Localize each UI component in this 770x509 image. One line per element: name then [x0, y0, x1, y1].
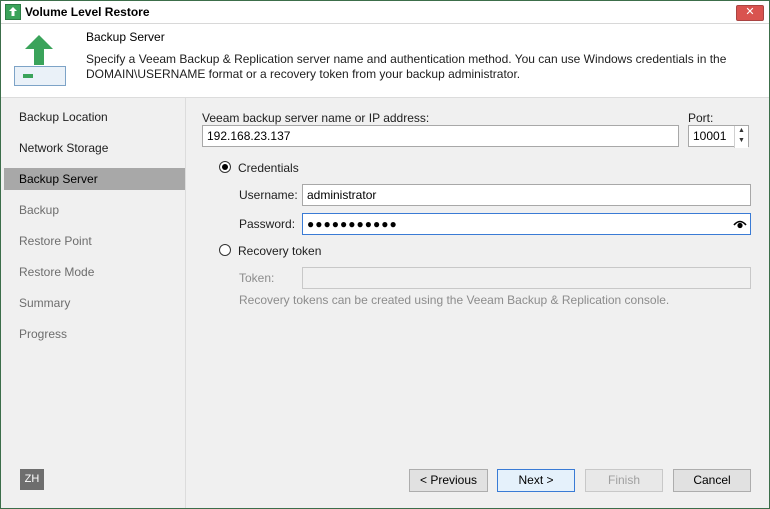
port-label: Port: — [688, 111, 714, 125]
sidebar-item-restore-mode: Restore Mode — [19, 265, 95, 279]
previous-button[interactable]: < Previous — [409, 469, 488, 492]
next-button[interactable]: Next > — [497, 469, 575, 492]
username-input[interactable]: administrator — [302, 184, 751, 206]
server-address-input[interactable]: 192.168.23.137 — [202, 125, 679, 147]
sidebar-item-network-storage[interactable]: Network Storage — [4, 137, 185, 159]
step-title: Backup Server — [86, 30, 165, 44]
sidebar-item-backup-server[interactable]: Backup Server — [4, 168, 185, 190]
wizard-steps-sidebar: Backup Location Network Storage Backup S… — [1, 98, 186, 508]
port-spinner[interactable]: ▲ ▼ — [734, 126, 748, 148]
close-button[interactable]: ✕ — [736, 5, 764, 21]
port-value: 10001 — [693, 129, 727, 143]
token-hint: Recovery tokens can be created using the… — [239, 293, 670, 307]
wizard-header: Backup Server Specify a Veeam Backup & R… — [1, 24, 769, 98]
recovery-token-radio-label[interactable]: Recovery token — [238, 244, 321, 258]
wizard-content: Veeam backup server name or IP address: … — [186, 98, 769, 508]
title-bar: Volume Level Restore ✕ — [1, 1, 769, 24]
credentials-radio-label[interactable]: Credentials — [238, 161, 299, 175]
port-up-icon[interactable]: ▲ — [735, 126, 748, 136]
sidebar-item-restore-point: Restore Point — [19, 234, 92, 248]
token-label: Token: — [239, 271, 275, 285]
port-down-icon[interactable]: ▼ — [735, 136, 748, 146]
cancel-button[interactable]: Cancel — [673, 469, 751, 492]
sidebar-item-summary: Summary — [19, 296, 71, 310]
restore-volume-icon — [14, 34, 66, 86]
password-label: Password: — [239, 217, 296, 231]
password-masked-value: ●●●●●●●●●●● — [307, 217, 398, 231]
sidebar-item-progress: Progress — [19, 327, 68, 341]
username-label: Username: — [239, 188, 298, 202]
password-input[interactable]: ●●●●●●●●●●● — [302, 213, 751, 235]
drive-icon — [14, 66, 66, 86]
window-title: Volume Level Restore — [25, 5, 150, 19]
volume-level-restore-window: Volume Level Restore ✕ Backup Server Spe… — [0, 0, 770, 509]
server-label: Veeam backup server name or IP address: — [202, 111, 430, 125]
port-stepper[interactable]: 10001 ▲ ▼ — [688, 125, 749, 148]
credentials-radio[interactable] — [219, 161, 231, 173]
sidebar-item-backup: Backup — [19, 203, 60, 217]
up-arrow-icon — [25, 35, 53, 65]
step-description: Specify a Veeam Backup & Replication ser… — [86, 52, 727, 81]
sidebar-item-backup-location[interactable]: Backup Location — [4, 106, 185, 128]
show-password-icon[interactable] — [733, 218, 747, 230]
restore-app-icon — [5, 4, 21, 20]
language-badge[interactable]: ZH — [20, 469, 44, 490]
recovery-token-radio[interactable] — [219, 244, 231, 256]
radio-selected-dot — [222, 164, 228, 170]
finish-button: Finish — [585, 469, 663, 492]
token-input — [302, 267, 751, 289]
